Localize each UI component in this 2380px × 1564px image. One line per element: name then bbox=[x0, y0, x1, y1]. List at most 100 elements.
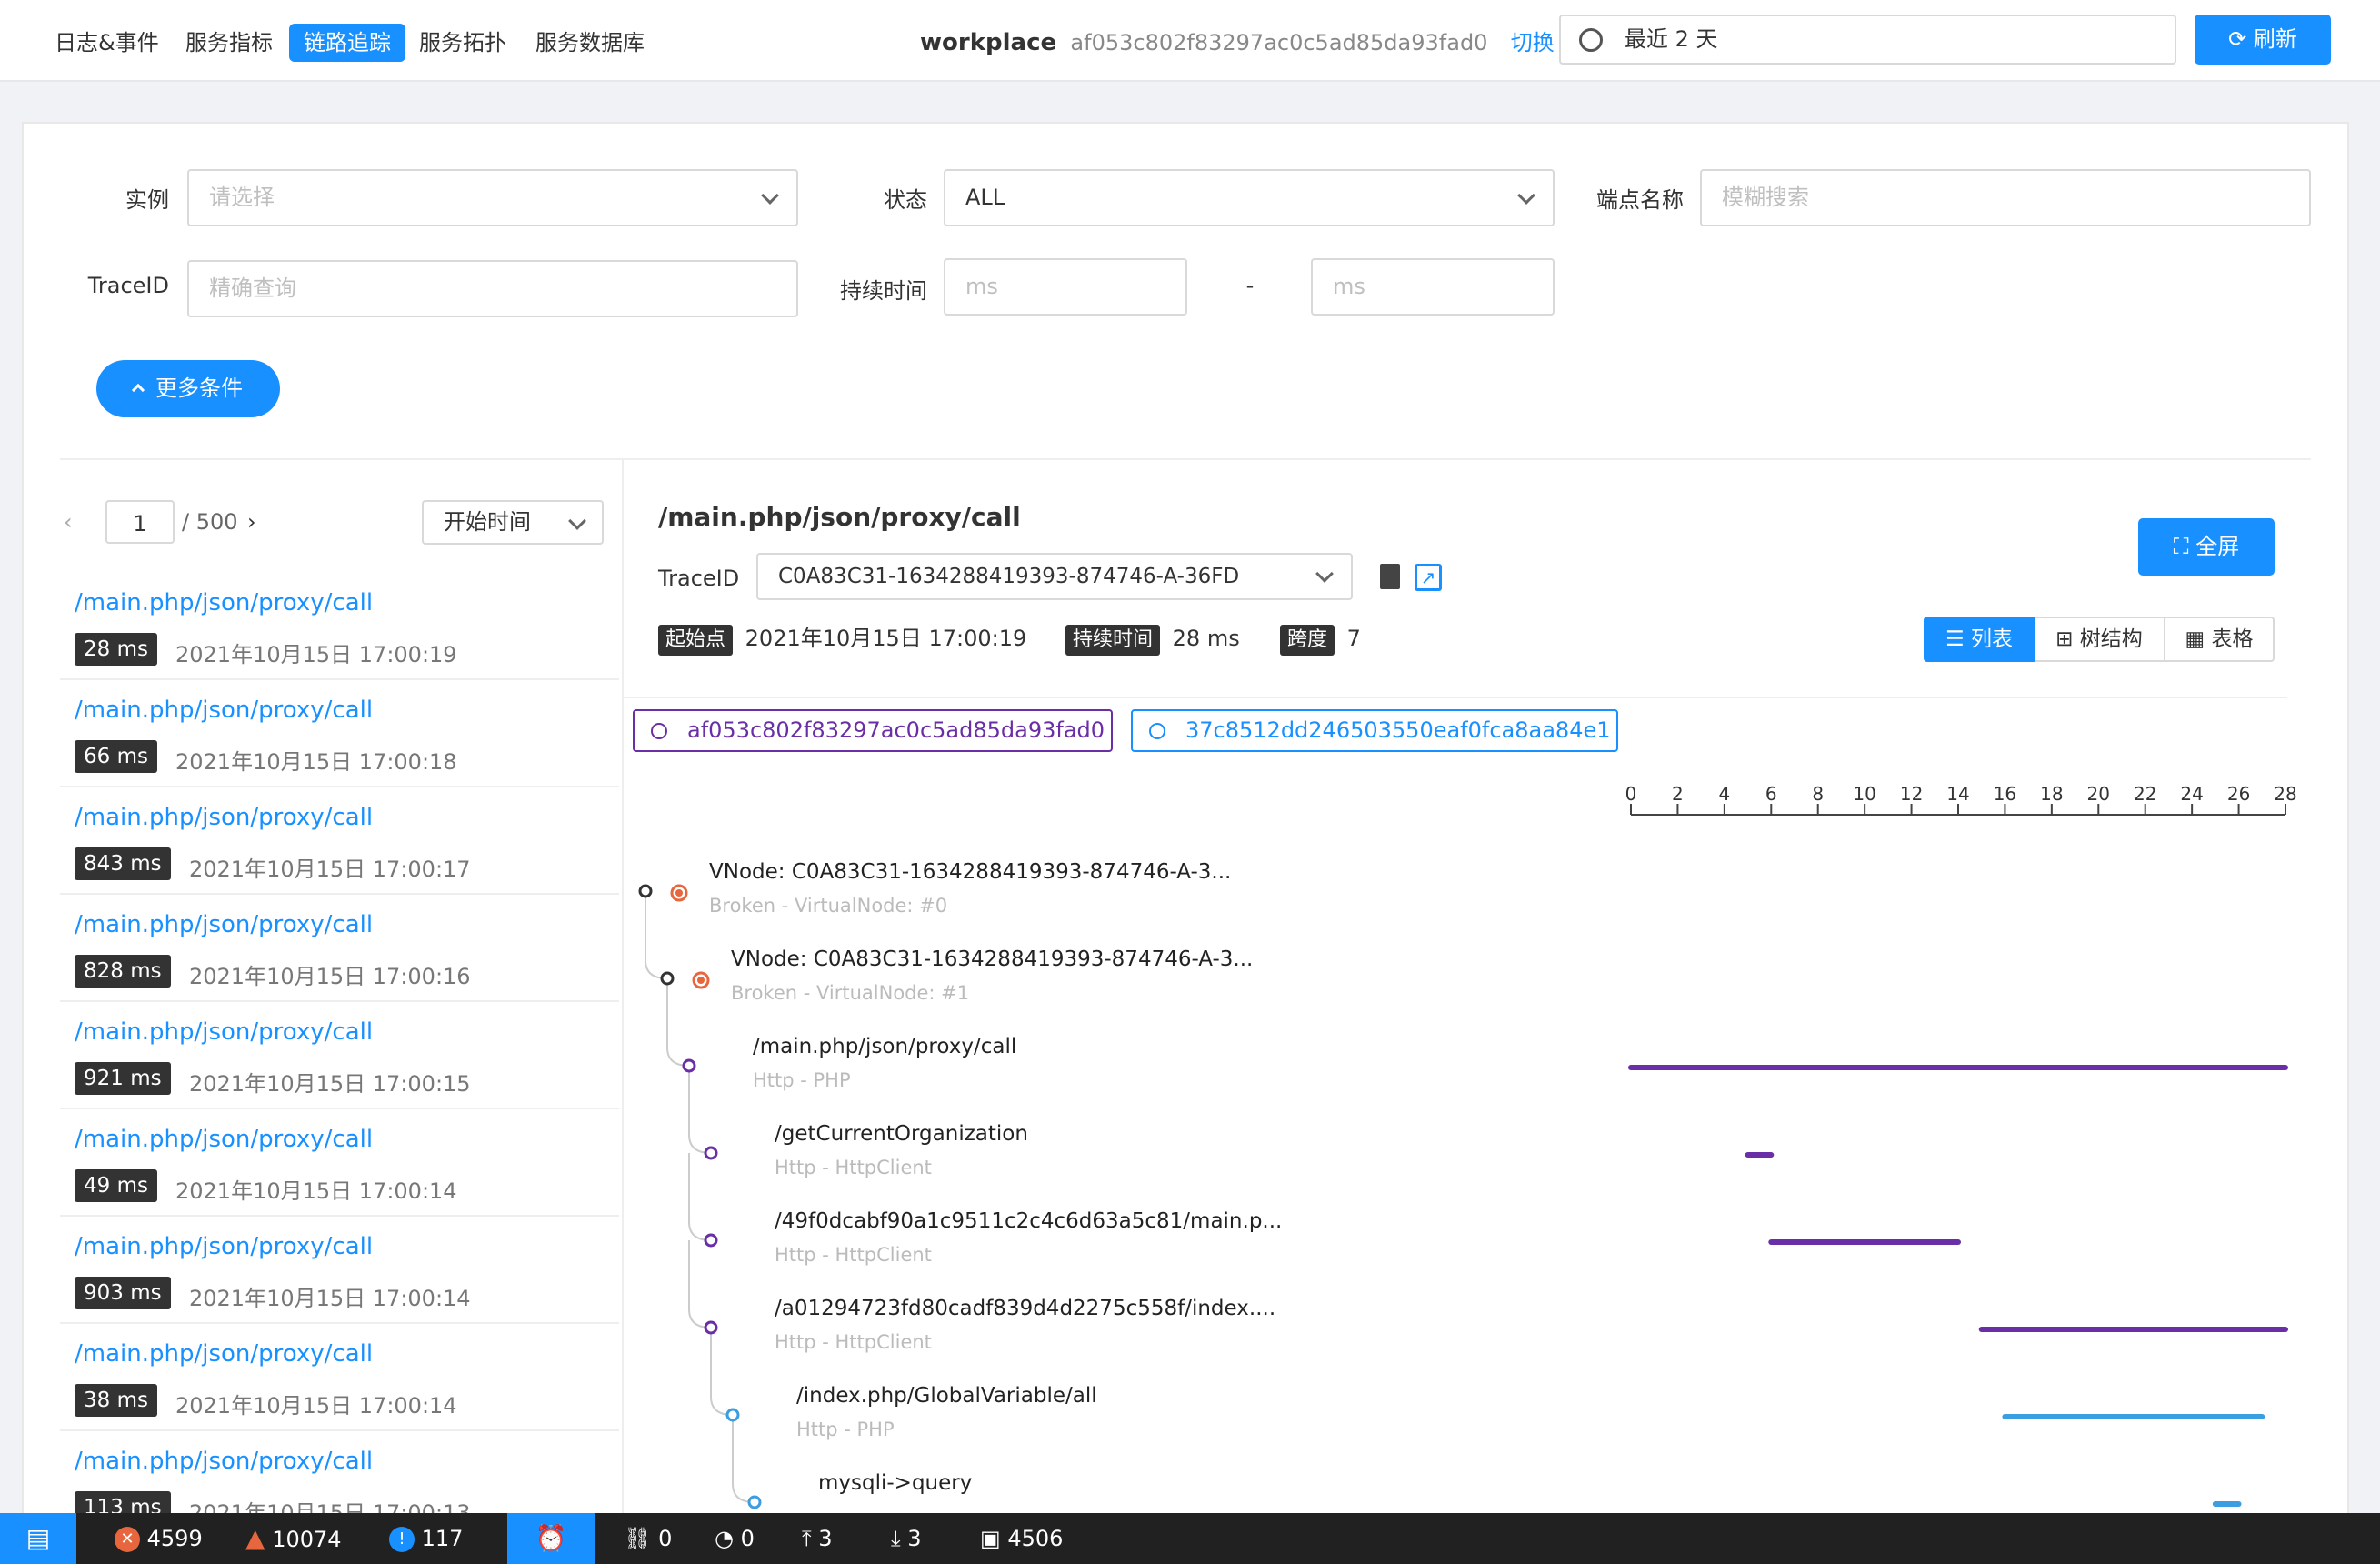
workspace-id: af053c802f83297ac0c5ad85da93fad0 bbox=[1070, 30, 1488, 55]
cpu-counter[interactable]: ▣ 4506 bbox=[980, 1513, 1063, 1564]
duration-min-input[interactable]: ms bbox=[944, 258, 1187, 316]
tab-service-database[interactable]: 服务数据库 bbox=[521, 24, 659, 62]
upload-icon: ⤒ bbox=[802, 1526, 819, 1551]
trace-endpoint: /main.php/json/proxy/call bbox=[75, 697, 374, 724]
timer-counter[interactable]: ◔ 0 bbox=[715, 1513, 755, 1564]
time-range-picker[interactable]: 最近 2 天 bbox=[1559, 15, 2176, 65]
span-title[interactable]: /index.php/GlobalVariable/all bbox=[796, 1384, 1097, 1408]
service-id: 37c8512dd246503550eaf0fca8aa84e1 bbox=[1185, 717, 1611, 743]
tab-service-topology[interactable]: 服务拓扑 bbox=[405, 24, 521, 62]
status-select[interactable]: ALL bbox=[944, 169, 1555, 226]
trace-list-item[interactable]: /main.php/json/proxy/call 921 ms 2021年10… bbox=[60, 1002, 619, 1109]
span-subtitle: Broken - VirtualNode: #0 bbox=[709, 895, 948, 917]
endpoint-input[interactable]: 模糊搜索 bbox=[1700, 169, 2311, 226]
trace-endpoint: /main.php/json/proxy/call bbox=[75, 1448, 374, 1475]
trace-endpoint: /main.php/json/proxy/call bbox=[75, 589, 374, 617]
table-icon: ▦ bbox=[2185, 627, 2212, 651]
span-title[interactable]: mysqli->query bbox=[818, 1471, 972, 1495]
clipboard-icon[interactable]: ▤ bbox=[0, 1513, 76, 1564]
copy-icon[interactable] bbox=[1380, 564, 1400, 589]
service-id: af053c802f83297ac0c5ad85da93fad0 bbox=[687, 717, 1105, 743]
page-number-input[interactable]: 1 bbox=[105, 500, 175, 544]
duration-max-input[interactable]: ms bbox=[1311, 258, 1555, 316]
total-pages: / 500 bbox=[182, 509, 238, 535]
span-title[interactable]: VNode: C0A83C31-1634288419393-874746-A-3… bbox=[731, 947, 1253, 971]
circle-icon bbox=[1149, 723, 1165, 739]
fullscreen-button[interactable]: ⛶ 全屏 bbox=[2138, 518, 2275, 576]
span-title[interactable]: VNode: C0A83C31-1634288419393-874746-A-3… bbox=[709, 860, 1231, 884]
service-filter-tag[interactable]: af053c802f83297ac0c5ad85da93fad0 bbox=[633, 709, 1113, 752]
span-title[interactable]: /49f0dcabf90a1c9511c2c4c6d63a5c81/main.p… bbox=[775, 1209, 1282, 1233]
span-value: 7 bbox=[1346, 626, 1361, 651]
switch-workspace-link[interactable]: 切换 bbox=[1511, 30, 1555, 55]
trace-timestamp: 2021年10月15日 17:00:14 bbox=[189, 1286, 471, 1311]
trace-duration-badge: 921 ms bbox=[75, 1062, 171, 1095]
refresh-icon: ⟳ bbox=[2228, 26, 2247, 52]
refresh-button[interactable]: ⟳ 刷新 bbox=[2195, 15, 2331, 65]
more-conditions-button[interactable]: 更多条件 bbox=[96, 360, 280, 417]
trace-endpoint: /main.php/json/proxy/call bbox=[75, 1018, 374, 1046]
trace-list-item[interactable]: /main.php/json/proxy/call 843 ms 2021年10… bbox=[60, 787, 619, 895]
view-list-label: 列表 bbox=[1970, 627, 2013, 651]
trace-list-item[interactable]: /main.php/json/proxy/call 903 ms 2021年10… bbox=[60, 1217, 619, 1324]
tree-icon: ⊞ bbox=[2055, 627, 2080, 651]
view-table-button[interactable]: ▦ 表格 bbox=[2165, 617, 2275, 662]
error-count[interactable]: ✕ 4599 bbox=[115, 1513, 203, 1564]
traceid-input[interactable]: 精确查询 bbox=[187, 260, 798, 317]
instance-select[interactable]: 请选择 bbox=[187, 169, 798, 226]
counter-value: 3 bbox=[818, 1526, 833, 1551]
trace-timestamp: 2021年10月15日 17:00:17 bbox=[189, 857, 471, 882]
span-title[interactable]: /main.php/json/proxy/call bbox=[753, 1035, 1016, 1058]
warning-count[interactable]: ▲ 10074 bbox=[245, 1513, 342, 1564]
warning-icon: ▲ bbox=[245, 1523, 265, 1553]
span-title[interactable]: /getCurrentOrganization bbox=[775, 1122, 1028, 1146]
view-list-button[interactable]: ☰ 列表 bbox=[1924, 617, 2035, 662]
trace-timestamp: 2021年10月15日 17:00:14 bbox=[175, 1393, 457, 1419]
traceid-select[interactable]: C0A83C31-1634288419393-874746-A-36FD bbox=[756, 553, 1353, 600]
upload-counter[interactable]: ⤒ 3 bbox=[802, 1513, 833, 1564]
span-subtitle: Http - HttpClient bbox=[775, 1157, 932, 1178]
endpoint-label: 端点名称 bbox=[1596, 187, 1684, 213]
tab-logs-events[interactable]: 日志&事件 bbox=[40, 24, 174, 62]
counter-value: 0 bbox=[740, 1526, 755, 1551]
divider bbox=[60, 458, 2311, 460]
span-subtitle: Http - PHP bbox=[796, 1419, 895, 1440]
list-icon: ☰ bbox=[1945, 627, 1971, 651]
chevron-down-icon bbox=[1315, 565, 1334, 583]
duration-tag: 持续时间 bbox=[1065, 625, 1161, 656]
sort-select[interactable]: 开始时间 bbox=[422, 500, 604, 545]
trace-list-item[interactable]: /main.php/json/proxy/call 28 ms 2021年10月… bbox=[60, 573, 619, 680]
tab-service-metrics[interactable]: 服务指标 bbox=[171, 24, 287, 62]
instance-placeholder: 请选择 bbox=[209, 185, 275, 210]
trace-endpoint: /main.php/json/proxy/call bbox=[75, 911, 374, 938]
chevron-down-icon bbox=[568, 512, 586, 530]
info-count[interactable]: ! 117 bbox=[389, 1513, 463, 1564]
span-subtitle: Http - HttpClient bbox=[775, 1244, 932, 1266]
duration-separator: - bbox=[1245, 273, 1255, 298]
trace-list-item[interactable]: /main.php/json/proxy/call 49 ms 2021年10月… bbox=[60, 1109, 619, 1217]
trace-list-item[interactable]: /main.php/json/proxy/call 66 ms 2021年10月… bbox=[60, 680, 619, 787]
tab-tracing[interactable]: 链路追踪 bbox=[289, 24, 405, 62]
next-page-icon[interactable]: › bbox=[247, 500, 256, 544]
counter-value: 3 bbox=[907, 1526, 922, 1551]
view-tree-button[interactable]: ⊞ 树结构 bbox=[2035, 617, 2165, 662]
error-count-value: 4599 bbox=[146, 1526, 203, 1551]
trace-timestamp: 2021年10月15日 17:00:18 bbox=[175, 749, 457, 775]
span-title[interactable]: /a01294723fd80cadf839d4d2275c558f/index.… bbox=[775, 1297, 1275, 1320]
view-table-label: 表格 bbox=[2211, 627, 2254, 651]
circle-icon bbox=[651, 723, 667, 739]
alarm-icon[interactable]: ⏰ bbox=[507, 1513, 595, 1564]
trace-list-item[interactable]: /main.php/json/proxy/call 38 ms 2021年10月… bbox=[60, 1324, 619, 1431]
trace-span-meta: 跨度 7 bbox=[1280, 622, 1361, 656]
service-filter-tag[interactable]: 37c8512dd246503550eaf0fca8aa84e1 bbox=[1131, 709, 1618, 752]
broken-link-counter[interactable]: ⛓ 0 bbox=[624, 1513, 672, 1564]
instance-label: 实例 bbox=[125, 187, 169, 213]
download-counter[interactable]: ⤓ 3 bbox=[891, 1513, 922, 1564]
trace-timestamp: 2021年10月15日 17:00:15 bbox=[189, 1071, 471, 1097]
info-count-value: 117 bbox=[421, 1526, 464, 1551]
trace-list-item[interactable]: /main.php/json/proxy/call 828 ms 2021年10… bbox=[60, 895, 619, 1002]
workspace-info: workplace af053c802f83297ac0c5ad85da93fa… bbox=[920, 24, 1555, 62]
external-link-icon[interactable]: ↗ bbox=[1415, 564, 1442, 591]
prev-page-icon[interactable]: ‹ bbox=[64, 500, 73, 544]
trace-duration-badge: 38 ms bbox=[75, 1384, 157, 1417]
